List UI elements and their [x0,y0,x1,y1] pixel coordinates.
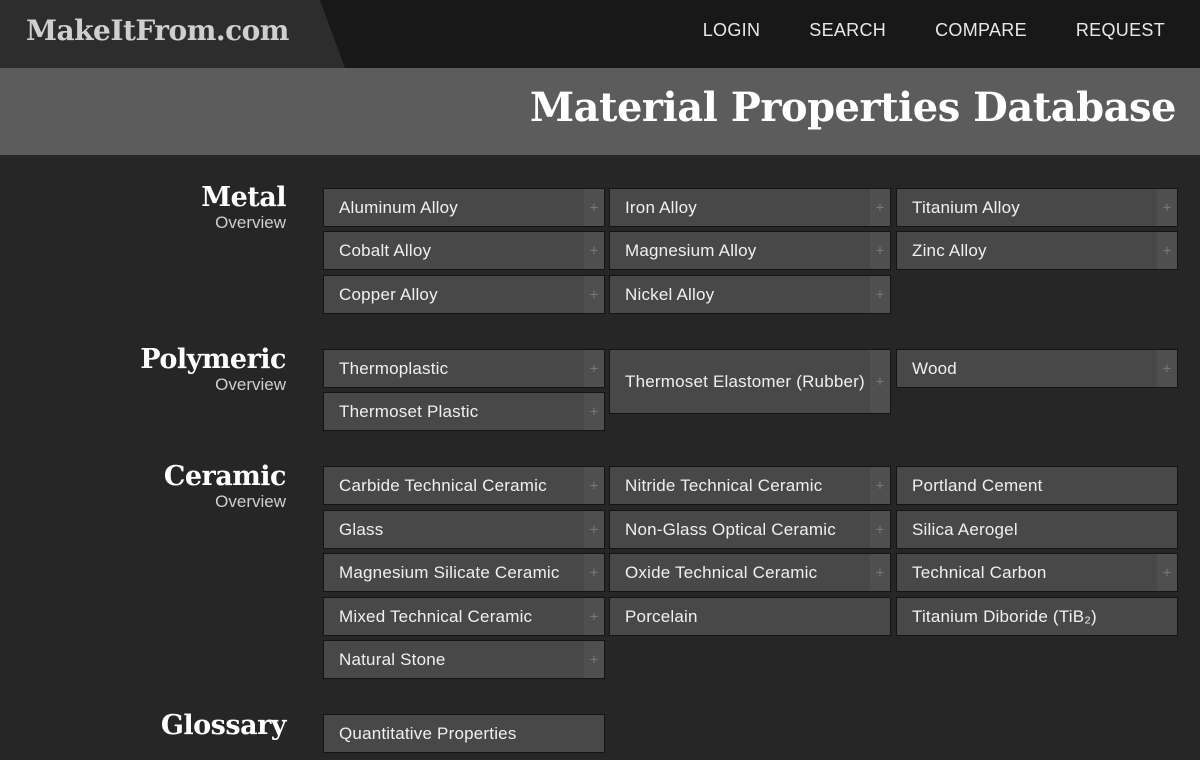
glossary-link-quantitative-properties[interactable]: Quantitative Properties [323,714,605,753]
plus-icon[interactable]: + [584,276,604,313]
plus-icon[interactable]: + [870,189,890,226]
material-label: Thermoset Plastic [339,402,479,421]
main-nav: LOGIN SEARCH COMPARE REQUEST [703,20,1165,41]
overview-link-ceramic[interactable]: Overview [0,492,286,512]
overview-link-metal[interactable]: Overview [0,213,286,233]
material-link-porcelain[interactable]: Porcelain [609,597,891,636]
material-label: Natural Stone [339,650,446,669]
plus-icon[interactable]: + [1157,232,1177,269]
material-label: Magnesium Silicate Ceramic [339,563,560,582]
material-label: Carbide Technical Ceramic [339,476,547,495]
material-link-silica-aerogel[interactable]: Silica Aerogel [896,510,1178,549]
material-label: Porcelain [625,607,698,626]
material-link-oxide-technical-ceramic[interactable]: Oxide Technical Ceramic + [609,553,891,592]
material-link-aluminum-alloy[interactable]: Aluminum Alloy + [323,188,605,227]
material-link-nickel-alloy[interactable]: Nickel Alloy + [609,275,891,314]
material-link-mixed-technical-ceramic[interactable]: Mixed Technical Ceramic + [323,597,605,636]
material-link-non-glass-optical-ceramic[interactable]: Non-Glass Optical Ceramic + [609,510,891,549]
material-label: Non-Glass Optical Ceramic [625,520,836,539]
nav-search[interactable]: SEARCH [809,20,886,41]
material-label: Thermoplastic [339,359,449,378]
material-label: Cobalt Alloy [339,241,432,260]
section-header-metal: Metal Overview [0,183,286,233]
material-link-magnesium-silicate-ceramic[interactable]: Magnesium Silicate Ceramic + [323,553,605,592]
material-label: Titanium Alloy [912,198,1020,217]
material-link-cobalt-alloy[interactable]: Cobalt Alloy + [323,231,605,270]
plus-icon[interactable]: + [1157,350,1177,387]
plus-icon[interactable]: + [584,232,604,269]
material-label: Magnesium Alloy [625,241,757,260]
plus-icon[interactable]: + [870,232,890,269]
plus-icon[interactable]: + [870,554,890,591]
material-link-zinc-alloy[interactable]: Zinc Alloy + [896,231,1178,270]
section-title-ceramic: Ceramic [163,461,287,492]
plus-icon[interactable]: + [584,393,604,430]
logo-area[interactable]: MakeItFrom.com [0,0,345,68]
section-title-polymeric: Polymeric [140,344,286,375]
material-label: Portland Cement [912,476,1043,495]
plus-icon[interactable]: + [584,554,604,591]
material-link-iron-alloy[interactable]: Iron Alloy + [609,188,891,227]
section-header-glossary: Glossary [0,710,287,741]
material-link-thermoplastic[interactable]: Thermoplastic + [323,349,605,388]
material-link-magnesium-alloy[interactable]: Magnesium Alloy + [609,231,891,270]
overview-link-polymeric[interactable]: Overview [0,375,286,395]
material-link-titanium-diboride[interactable]: Titanium Diboride (TiB₂) [896,597,1178,636]
section-header-polymeric: Polymeric Overview [0,345,286,395]
plus-icon[interactable]: + [870,276,890,313]
material-label: Wood [912,359,957,378]
plus-icon[interactable]: + [584,189,604,226]
material-link-nitride-technical-ceramic[interactable]: Nitride Technical Ceramic + [609,466,891,505]
material-label: Silica Aerogel [912,520,1018,539]
material-link-carbide-technical-ceramic[interactable]: Carbide Technical Ceramic + [323,466,605,505]
plus-icon[interactable]: + [870,467,890,504]
plus-icon[interactable]: + [1157,189,1177,226]
plus-icon[interactable]: + [870,511,890,548]
material-link-portland-cement[interactable]: Portland Cement [896,466,1178,505]
plus-icon[interactable]: + [584,641,604,678]
material-label: Thermoset Elastomer (Rubber) [625,372,865,391]
material-link-thermoset-plastic[interactable]: Thermoset Plastic + [323,392,605,431]
material-link-glass[interactable]: Glass + [323,510,605,549]
material-label: Copper Alloy [339,285,438,304]
nav-login[interactable]: LOGIN [703,20,761,41]
plus-icon[interactable]: + [584,598,604,635]
material-link-copper-alloy[interactable]: Copper Alloy + [323,275,605,314]
material-link-titanium-alloy[interactable]: Titanium Alloy + [896,188,1178,227]
material-label: Technical Carbon [912,563,1047,582]
material-label: Mixed Technical Ceramic [339,607,533,626]
plus-icon[interactable]: + [1157,554,1177,591]
material-label: Titanium Diboride (TiB₂) [912,607,1097,626]
plus-icon[interactable]: + [584,467,604,504]
plus-icon[interactable]: + [584,511,604,548]
site-logo[interactable]: MakeItFrom.com [26,14,289,47]
section-title-metal: Metal [201,182,286,213]
nav-request[interactable]: REQUEST [1076,20,1165,41]
material-label: Zinc Alloy [912,241,987,260]
section-title-glossary: Glossary [160,710,287,741]
material-label: Nickel Alloy [625,285,715,304]
plus-icon[interactable]: + [584,350,604,387]
material-label: Oxide Technical Ceramic [625,563,818,582]
nav-compare[interactable]: COMPARE [935,20,1027,41]
material-label: Nitride Technical Ceramic [625,476,823,495]
material-link-thermoset-elastomer[interactable]: Thermoset Elastomer (Rubber) + [609,349,891,414]
material-label: Iron Alloy [625,198,697,217]
plus-icon[interactable]: + [870,350,890,413]
glossary-label: Quantitative Properties [339,724,517,743]
material-link-natural-stone[interactable]: Natural Stone + [323,640,605,679]
material-label: Aluminum Alloy [339,198,459,217]
material-link-wood[interactable]: Wood + [896,349,1178,388]
material-label: Glass [339,520,384,539]
material-link-technical-carbon[interactable]: Technical Carbon + [896,553,1178,592]
section-header-ceramic: Ceramic Overview [0,461,287,512]
page-banner: Material Properties Database [0,68,1200,155]
page-title: Material Properties Database [529,84,1177,131]
top-bar: MakeItFrom.com LOGIN SEARCH COMPARE REQU… [0,0,1200,68]
